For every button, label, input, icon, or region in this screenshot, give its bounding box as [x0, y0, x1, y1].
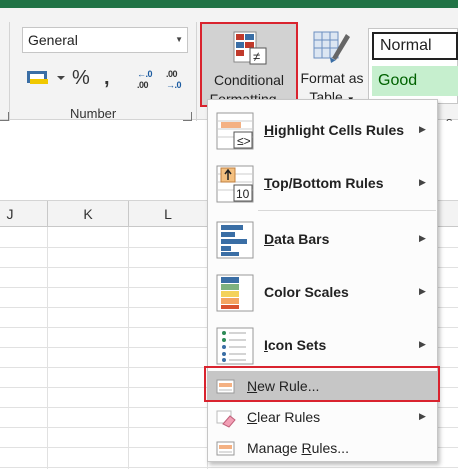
svg-text:10: 10: [236, 187, 250, 201]
cell-styles-gallery: Normal Good: [368, 28, 458, 104]
svg-text:≤>: ≤>: [237, 134, 251, 148]
color-scales-icon: [216, 274, 254, 312]
submenu-arrow-icon: ▶: [419, 411, 426, 421]
mnemonic: H: [264, 122, 275, 138]
mnemonic: T: [264, 175, 272, 191]
highlight-cells-icon: ≤>: [216, 112, 254, 150]
data-bars-icon: [216, 221, 254, 259]
eraser-icon: [216, 410, 236, 428]
menu-item-data-bars[interactable]: Data Bars ▶: [208, 215, 437, 265]
dialog-launcher-icon[interactable]: [0, 112, 9, 121]
number-format-value: General: [28, 32, 78, 48]
menu-item-label: lear Rules: [257, 409, 321, 425]
submenu-arrow-icon: ▶: [419, 233, 426, 243]
menu-item-label: con Sets: [267, 337, 327, 353]
percent-style-button[interactable]: %: [72, 66, 90, 90]
format-as-table-icon: [313, 31, 350, 63]
menu-item-color-scales[interactable]: Color Scales ▶: [208, 268, 437, 318]
menu-item-highlight-cells-rules[interactable]: ≤> Highlight Cells Rules ▶: [208, 106, 437, 156]
submenu-arrow-icon: ▶: [419, 286, 426, 296]
top-bottom-icon: 10: [216, 165, 254, 203]
svg-text:≠: ≠: [253, 49, 260, 64]
number-group-label: Number: [70, 106, 117, 121]
menu-item-top-bottom-rules[interactable]: 10 Top/Bottom Rules ▶: [208, 159, 437, 209]
svg-text:→.0: →.0: [166, 80, 182, 90]
comma-icon: ,: [104, 67, 110, 89]
submenu-arrow-icon: ▶: [419, 339, 426, 349]
grid-row-line: [0, 467, 458, 468]
grid-column-line: [128, 227, 129, 469]
menu-item-label: ata Bars: [274, 231, 330, 247]
grid-column-line: [47, 227, 48, 469]
manage-rules-icon: [216, 441, 235, 456]
increase-decimal-icon: ←.0 .00: [137, 69, 153, 90]
percent-icon: %: [72, 67, 90, 89]
accounting-format-icon: [27, 71, 65, 84]
mnemonic: R: [301, 440, 312, 456]
menu-item-label: Color Scales: [264, 284, 349, 300]
icon-sets-icon: [216, 327, 254, 365]
menu-item-new-rule[interactable]: New Rule...: [208, 371, 437, 402]
format-as-table-label-1: Format as: [300, 70, 364, 86]
mnemonic: N: [247, 378, 258, 394]
title-bar-strip: [0, 0, 458, 8]
menu-item-clear-rules[interactable]: Clear Rules ▶: [208, 402, 437, 433]
submenu-arrow-icon: ▶: [419, 124, 426, 134]
menu-item-label: ew Rule...: [257, 378, 320, 394]
dialog-launcher-icon[interactable]: [183, 112, 192, 121]
conditional-formatting-button[interactable]: ≠ Conditional Formatting ▼: [200, 22, 298, 107]
svg-text:←.0: ←.0: [137, 69, 153, 79]
decrease-decimal-button[interactable]: .00 →.0: [165, 68, 189, 92]
menu-item-label: ighlight Cells Rules: [274, 122, 405, 138]
comma-style-button[interactable]: ,: [104, 66, 110, 90]
column-header-k[interactable]: K: [48, 201, 128, 227]
menu-item-manage-rules[interactable]: Manage Rules...: [208, 433, 437, 464]
number-format-dropdown[interactable]: General ▼: [22, 27, 188, 53]
menu-item-label-rest: ules...: [311, 440, 349, 456]
menu-item-label: Manage: [247, 440, 302, 456]
conditional-formatting-label-1: Conditional: [213, 72, 285, 88]
group-separator: [9, 22, 10, 126]
menu-item-icon-sets[interactable]: Icon Sets ▶: [208, 321, 437, 371]
increase-decimal-button[interactable]: ←.0 .00: [135, 68, 159, 92]
menu-separator: [258, 210, 436, 211]
conditional-formatting-menu: ≤> Highlight Cells Rules ▶ 10 Top/Bottom…: [207, 99, 438, 462]
accounting-format-button[interactable]: [26, 66, 66, 90]
chevron-down-icon: ▼: [175, 35, 183, 44]
svg-text:.00: .00: [137, 80, 149, 90]
group-separator: [196, 22, 197, 126]
new-rule-icon: [216, 379, 235, 394]
mnemonic: D: [264, 231, 275, 247]
column-header-l[interactable]: L: [129, 201, 207, 227]
decrease-decimal-icon: .00 →.0: [166, 69, 182, 90]
conditional-formatting-icon: ≠: [233, 31, 267, 65]
menu-item-label: op/Bottom Rules: [271, 175, 384, 191]
column-header-j[interactable]: J: [0, 201, 20, 227]
style-good[interactable]: Good: [372, 66, 458, 96]
svg-text:.00: .00: [166, 69, 178, 79]
mnemonic: C: [247, 409, 258, 425]
style-normal[interactable]: Normal: [372, 32, 458, 60]
submenu-arrow-icon: ▶: [419, 177, 426, 187]
format-as-table-button[interactable]: Format as Table ▼: [296, 22, 368, 107]
